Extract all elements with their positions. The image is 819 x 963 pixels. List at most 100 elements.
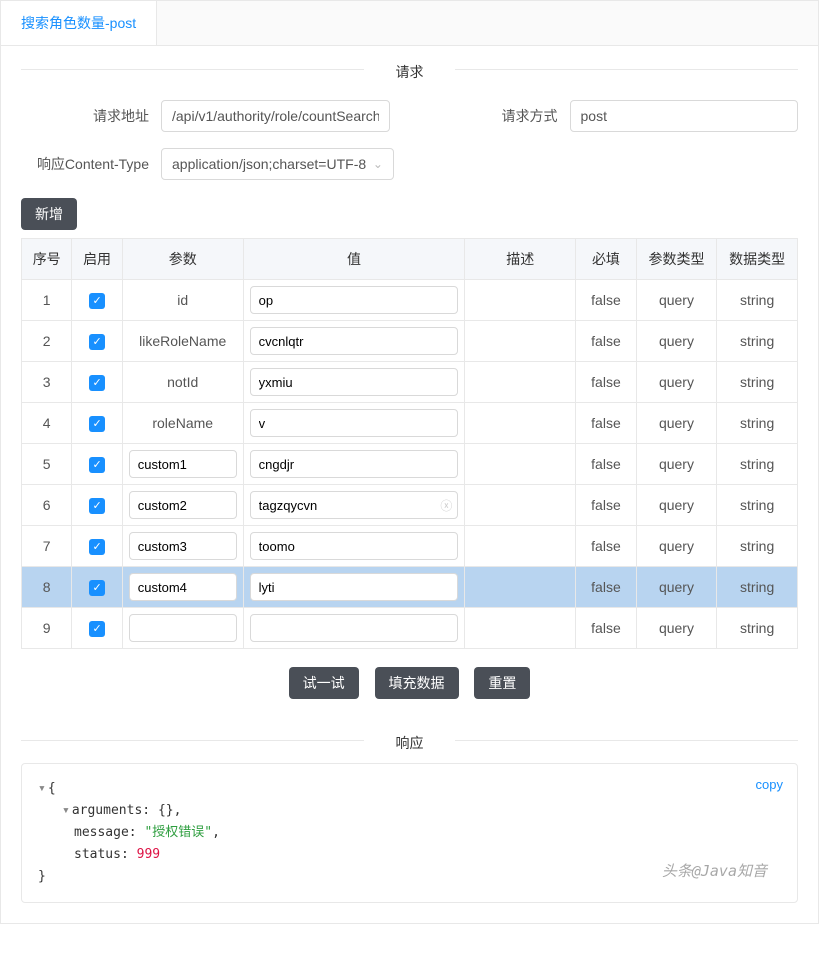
col-enable: 启用 xyxy=(72,239,122,280)
param-type-cell: query xyxy=(636,362,717,403)
param-input[interactable] xyxy=(129,450,237,478)
data-type-cell: string xyxy=(717,362,798,403)
data-type-cell: string xyxy=(717,567,798,608)
param-type-cell: query xyxy=(636,280,717,321)
value-input[interactable] xyxy=(250,532,459,560)
response-section-title: 响应 xyxy=(1,717,818,763)
param-text: id xyxy=(177,292,188,308)
col-desc: 描述 xyxy=(465,239,576,280)
seq-cell: 4 xyxy=(22,403,72,444)
table-row[interactable]: 7 ✓ false query string xyxy=(22,526,798,567)
enable-checkbox[interactable]: ✓ xyxy=(89,416,105,432)
desc-cell xyxy=(465,444,576,485)
add-button[interactable]: 新增 xyxy=(21,198,77,230)
col-param-type: 参数类型 xyxy=(636,239,717,280)
table-row[interactable]: 3 ✓ notId false query string xyxy=(22,362,798,403)
content-type-label: 响应Content-Type xyxy=(21,154,161,174)
desc-cell xyxy=(465,567,576,608)
seq-cell: 3 xyxy=(22,362,72,403)
param-type-cell: query xyxy=(636,608,717,649)
table-row[interactable]: 9 ✓ false query string xyxy=(22,608,798,649)
seq-cell: 6 xyxy=(22,485,72,526)
json-value: 999 xyxy=(137,847,160,862)
required-cell: false xyxy=(576,526,636,567)
required-cell: false xyxy=(576,403,636,444)
table-row[interactable]: 5 ✓ false query string xyxy=(22,444,798,485)
value-input[interactable] xyxy=(250,286,459,314)
value-input[interactable] xyxy=(250,409,459,437)
desc-cell xyxy=(465,362,576,403)
value-input[interactable] xyxy=(250,614,459,642)
value-input[interactable] xyxy=(250,327,459,355)
desc-cell xyxy=(465,485,576,526)
param-type-cell: query xyxy=(636,567,717,608)
clear-icon[interactable]: ⓧ xyxy=(440,497,452,514)
required-cell: false xyxy=(576,362,636,403)
action-bar: 试一试 填充数据 重置 xyxy=(1,649,818,717)
content-type-select[interactable]: application/json;charset=UTF-8 ⌄ xyxy=(161,148,394,180)
enable-checkbox[interactable]: ✓ xyxy=(89,293,105,309)
params-table: 序号 启用 参数 值 描述 必填 参数类型 数据类型 1 ✓ id false … xyxy=(21,238,798,649)
collapse-icon[interactable]: ▾ xyxy=(62,803,70,818)
enable-checkbox[interactable]: ✓ xyxy=(89,498,105,514)
table-row[interactable]: 6 ✓ ⓧ false query string xyxy=(22,485,798,526)
copy-link[interactable]: copy xyxy=(756,774,783,796)
reset-button[interactable]: 重置 xyxy=(474,667,530,699)
value-input[interactable] xyxy=(250,573,459,601)
table-row[interactable]: 8 ✓ false query string xyxy=(22,567,798,608)
seq-cell: 1 xyxy=(22,280,72,321)
required-cell: false xyxy=(576,321,636,362)
required-cell: false xyxy=(576,485,636,526)
response-box: copy ▾{ ▾arguments: {}, message: "授权错误",… xyxy=(21,763,798,903)
enable-checkbox[interactable]: ✓ xyxy=(89,334,105,350)
enable-checkbox[interactable]: ✓ xyxy=(89,539,105,555)
table-row[interactable]: 4 ✓ roleName false query string xyxy=(22,403,798,444)
seq-cell: 8 xyxy=(22,567,72,608)
seq-cell: 5 xyxy=(22,444,72,485)
desc-cell xyxy=(465,321,576,362)
try-button[interactable]: 试一试 xyxy=(289,667,359,699)
value-input[interactable] xyxy=(250,450,459,478)
param-type-cell: query xyxy=(636,485,717,526)
param-input[interactable] xyxy=(129,491,237,519)
enable-checkbox[interactable]: ✓ xyxy=(89,375,105,391)
data-type-cell: string xyxy=(717,444,798,485)
method-input[interactable] xyxy=(570,100,799,132)
value-input[interactable] xyxy=(250,491,459,519)
data-type-cell: string xyxy=(717,485,798,526)
required-cell: false xyxy=(576,608,636,649)
data-type-cell: string xyxy=(717,403,798,444)
url-label: 请求地址 xyxy=(21,106,161,126)
url-input[interactable] xyxy=(161,100,390,132)
value-input[interactable] xyxy=(250,368,459,396)
desc-cell xyxy=(465,403,576,444)
col-seq: 序号 xyxy=(22,239,72,280)
param-input[interactable] xyxy=(129,614,237,642)
param-type-cell: query xyxy=(636,403,717,444)
param-input[interactable] xyxy=(129,532,237,560)
json-key: arguments xyxy=(72,803,142,818)
col-required: 必填 xyxy=(576,239,636,280)
json-key: message xyxy=(74,825,129,840)
table-row[interactable]: 2 ✓ likeRoleName false query string xyxy=(22,321,798,362)
seq-cell: 7 xyxy=(22,526,72,567)
col-value: 值 xyxy=(243,239,465,280)
fill-button[interactable]: 填充数据 xyxy=(375,667,459,699)
param-type-cell: query xyxy=(636,444,717,485)
required-cell: false xyxy=(576,280,636,321)
enable-checkbox[interactable]: ✓ xyxy=(89,580,105,596)
param-type-cell: query xyxy=(636,526,717,567)
required-cell: false xyxy=(576,444,636,485)
enable-checkbox[interactable]: ✓ xyxy=(89,621,105,637)
param-text: roleName xyxy=(152,415,213,431)
request-section-title: 请求 xyxy=(1,46,818,92)
data-type-cell: string xyxy=(717,608,798,649)
enable-checkbox[interactable]: ✓ xyxy=(89,457,105,473)
tab-active[interactable]: 搜索角色数量-post xyxy=(1,1,157,45)
seq-cell: 2 xyxy=(22,321,72,362)
desc-cell xyxy=(465,526,576,567)
collapse-icon[interactable]: ▾ xyxy=(38,781,46,796)
table-row[interactable]: 1 ✓ id false query string xyxy=(22,280,798,321)
desc-cell xyxy=(465,280,576,321)
param-input[interactable] xyxy=(129,573,237,601)
